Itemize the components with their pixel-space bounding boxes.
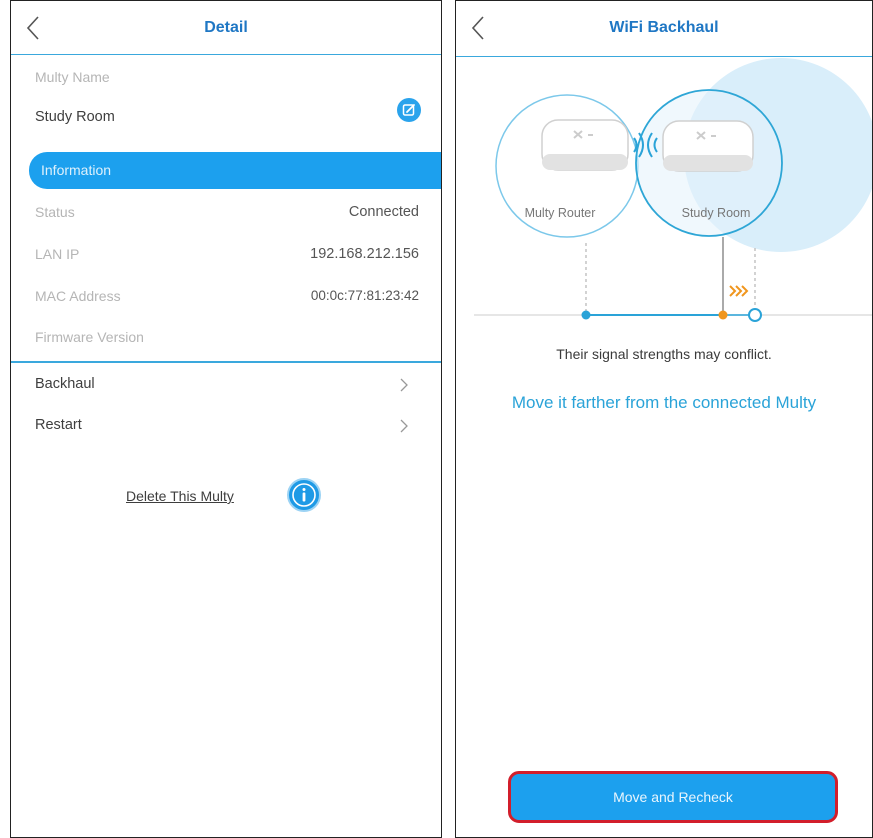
information-section-header: Information	[29, 152, 441, 189]
node-label: Study Room	[682, 206, 751, 220]
router-marker	[581, 310, 591, 320]
menu-item-backhaul[interactable]: Backhaul	[35, 376, 95, 392]
page-title: WiFi Backhaul	[609, 19, 719, 36]
mac-address-label: MAC Address	[35, 288, 121, 304]
page-title: Detail	[204, 19, 248, 36]
target-marker	[748, 308, 762, 322]
signal-conflict-message: Their signal strengths may conflict.	[556, 346, 772, 362]
status-value: Connected	[348, 204, 419, 220]
edit-name-button[interactable]	[397, 98, 421, 122]
lan-ip-value: 192.168.212.156	[310, 246, 419, 262]
move-advice-text: Move it farther from the connected Multy	[511, 393, 817, 412]
info-button[interactable]	[287, 478, 321, 512]
router-device-icon	[541, 119, 629, 171]
chevron-right-icon	[400, 378, 408, 392]
node-marker	[718, 310, 728, 320]
firmware-version-label: Firmware Version	[35, 329, 144, 345]
edit-icon	[402, 104, 415, 116]
mac-address-value: 00:0c:77:81:23:42	[310, 288, 419, 303]
multy-name-value: Study Room	[35, 109, 115, 125]
move-and-recheck-button[interactable]: Move and Recheck	[508, 771, 838, 823]
section-divider	[11, 361, 441, 363]
node-device-icon	[662, 120, 754, 172]
router-label: Multy Router	[525, 206, 596, 220]
multy-name-label: Multy Name	[35, 69, 110, 85]
menu-item-restart[interactable]: Restart	[35, 417, 82, 433]
delete-multy-link[interactable]: Delete This Multy	[126, 488, 234, 504]
detail-screen: Detail Multy Name Study Room Information…	[10, 0, 442, 838]
info-icon	[292, 483, 316, 507]
status-label: Status	[35, 204, 75, 220]
chevron-right-icon	[400, 419, 408, 433]
wifi-backhaul-screen: WiFi Backhaul Multy Router Study Room Th…	[455, 0, 873, 838]
move-and-recheck-label: Move and Recheck	[613, 789, 733, 805]
move-direction-icon	[729, 285, 749, 297]
backhaul-header: WiFi Backhaul	[456, 1, 872, 57]
information-label: Information	[41, 162, 112, 178]
detail-header: Detail	[11, 1, 441, 55]
lan-ip-label: LAN IP	[35, 246, 80, 262]
backhaul-diagram: Multy Router Study Room	[474, 58, 872, 322]
